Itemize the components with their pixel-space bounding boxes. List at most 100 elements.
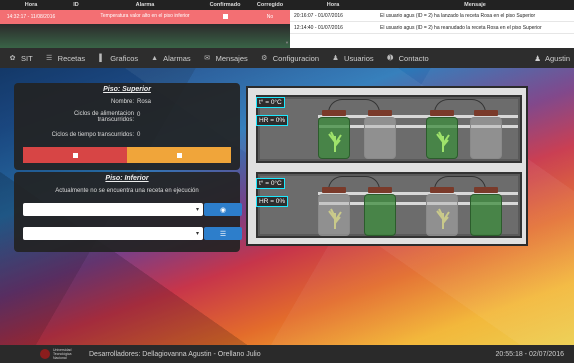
launch-recipe-button[interactable]: ◉ — [204, 203, 242, 216]
control-buttons — [23, 147, 231, 163]
user-icon: ♟ — [534, 53, 541, 63]
top-humidity-readout: HR = 0% — [256, 115, 289, 126]
nav-configuracion[interactable]: ⚙ Configuracion — [260, 54, 319, 63]
alarm-col-corregido: Corregido — [256, 2, 284, 8]
nav-graficos-label: Graficos — [110, 53, 139, 63]
info-icon: ➊ — [387, 55, 394, 62]
pause-button[interactable] — [127, 147, 231, 163]
alarm-confirm[interactable] — [200, 13, 250, 21]
nav-usuarios[interactable]: ♟ Usuarios — [331, 53, 374, 63]
piso-superior-title: Piso: Superior — [103, 86, 151, 93]
alarm-hora: 14:32:17 - 11/08/2016 — [6, 14, 56, 20]
green-jar — [470, 194, 502, 236]
alarm-corregido: No — [266, 14, 274, 20]
nav-user-name: Agustin — [544, 53, 570, 63]
nav-alarmas-label: Alarmas — [163, 53, 191, 63]
play-icon: ◉ — [219, 206, 227, 214]
nav-sit[interactable]: ✿ SIT — [8, 54, 33, 63]
piso-inferior-title: Piso: Inferior — [105, 175, 149, 182]
msg-col-hora: Hora — [326, 2, 340, 8]
pause-icon — [176, 152, 182, 158]
message-text: El usuario agus (ID = 2) ha reanudado la… — [380, 24, 542, 31]
alarm-table: Hora ID Alarma Confirmado Corregido 14:3… — [0, 0, 290, 48]
leaf-icon: ✿ — [9, 55, 16, 62]
message-row: 12:14:40 - 01/07/2016 El usuario agus (I… — [290, 22, 574, 34]
chevron-down-icon: ▾ — [195, 231, 199, 237]
plant-icon — [436, 208, 450, 229]
piso-superior-panel: Piso: Superior Nombre: Rosa Ciclos de al… — [14, 83, 240, 170]
piso-inferior-panel: Piso: Inferior Actualmente no se encuent… — [14, 172, 242, 252]
gear-icon: ⚙ — [261, 55, 268, 62]
nav-user-menu[interactable]: ♟ Agustin — [534, 48, 570, 68]
nombre-value: Rosa — [137, 99, 152, 105]
university-logo — [40, 349, 50, 359]
bar-chart-icon: ▌ — [99, 54, 105, 62]
list-button[interactable]: ☰ — [204, 227, 242, 240]
alarm-col-confirmado: Confirmado — [209, 2, 241, 8]
jar-lid — [474, 187, 498, 193]
message-text: El usuario agus (ID = 2) ha lanzado la r… — [380, 12, 536, 19]
jar-with-plant — [426, 117, 458, 159]
nombre-label: Nombre: — [110, 99, 134, 105]
ciclos-alimentacion-label: Ciclos de alimentacion transcurridos: — [73, 111, 134, 123]
nav-mensajes[interactable]: ✉ Mensajes — [203, 54, 248, 63]
jar-lid — [430, 187, 454, 193]
nav-usuarios-label: Usuarios — [344, 53, 374, 63]
stop-icon — [72, 152, 78, 158]
plant-icon — [436, 131, 450, 152]
alarm-col-alarma: Alarma — [135, 2, 155, 8]
jar-lid — [322, 187, 346, 193]
jar-with-plant — [426, 194, 458, 236]
piso-inferior-status: Actualmente no se encuentra una receta e… — [55, 188, 199, 194]
jar-lid — [474, 110, 498, 116]
alarm-col-hora: Hora — [24, 2, 38, 8]
scroll-down-icon[interactable]: ▼ — [285, 40, 289, 45]
developers-credit: Desarrolladores: Dellagiovanna Agustin -… — [89, 350, 261, 358]
chevron-down-icon: ▾ — [195, 207, 199, 213]
receta-select[interactable]: ▾ — [23, 203, 203, 216]
empty-jar — [470, 117, 502, 159]
alarm-col-id: ID — [73, 2, 79, 8]
piso-select[interactable]: ▾ — [23, 227, 203, 240]
nav-sit-label: SIT — [21, 53, 33, 63]
jar-lid — [368, 110, 392, 116]
nav-alarmas[interactable]: ▲ Alarmas — [150, 53, 191, 63]
footer: Universidad Tecnológica Nacional Desarro… — [0, 345, 574, 363]
shelf-top — [256, 95, 522, 163]
ciclos-tiempo-value: 0 — [137, 132, 141, 138]
empty-jar — [364, 117, 396, 159]
bottom-temperature-readout: t° = 0°C — [256, 178, 285, 189]
alarm-row[interactable]: 14:32:17 - 11/08/2016 Temperatura valor … — [0, 10, 290, 24]
nav-graficos[interactable]: ▌ Graficos — [97, 54, 138, 63]
msg-col-mensaje: Mensaje — [464, 2, 486, 8]
bottom-humidity-readout: HR = 0% — [256, 196, 289, 207]
user-icon: ♟ — [332, 55, 339, 62]
top-bar: Hora ID Alarma Confirmado Corregido 14:3… — [0, 0, 574, 48]
ciclos-alimentacion-value: 0 — [137, 112, 141, 118]
nav-configuracion-label: Configuracion — [272, 53, 320, 63]
nav-recetas[interactable]: ☰ Recetas — [45, 53, 86, 63]
nav-mensajes-label: Mensajes — [215, 53, 248, 63]
alarm-table-empty-area — [0, 24, 290, 48]
message-hora: 20:16:07 - 01/07/2016 — [294, 12, 343, 19]
shelf-bottom — [256, 172, 522, 238]
jar-lid — [368, 187, 392, 193]
alarm-table-header: Hora ID Alarma Confirmado Corregido — [0, 0, 290, 10]
chamber-diagram: t° = 0°C HR = 0% t° = 0°C HR = 0% — [246, 86, 528, 246]
messages-table-header: Hora Mensaje — [290, 0, 574, 10]
clock: 20:55:18 - 02/07/2016 — [495, 350, 564, 358]
stop-button[interactable] — [23, 147, 127, 163]
messages-table: Hora Mensaje 20:16:07 - 01/07/2016 El us… — [290, 0, 574, 48]
nav-contacto[interactable]: ➊ Contacto — [386, 53, 429, 63]
main-navbar: ✿ SIT ☰ Recetas ▌ Graficos ▲ Alarmas ✉ Mensaj… — [0, 48, 574, 68]
ciclos-tiempo-label: Ciclos de tiempo transcurridos: — [51, 132, 134, 138]
jar-with-plant — [318, 117, 350, 159]
university-logo-text: Universidad Tecnológica Nacional — [53, 348, 72, 360]
list-icon: ☰ — [46, 55, 53, 62]
jar-lid — [430, 110, 454, 116]
message-hora: 12:14:40 - 01/07/2016 — [294, 24, 343, 31]
jar-with-plant — [318, 194, 350, 236]
nav-contacto-label: Contacto — [398, 53, 429, 63]
nav-recetas-label: Recetas — [57, 53, 86, 63]
confirm-checkbox[interactable] — [222, 13, 228, 19]
